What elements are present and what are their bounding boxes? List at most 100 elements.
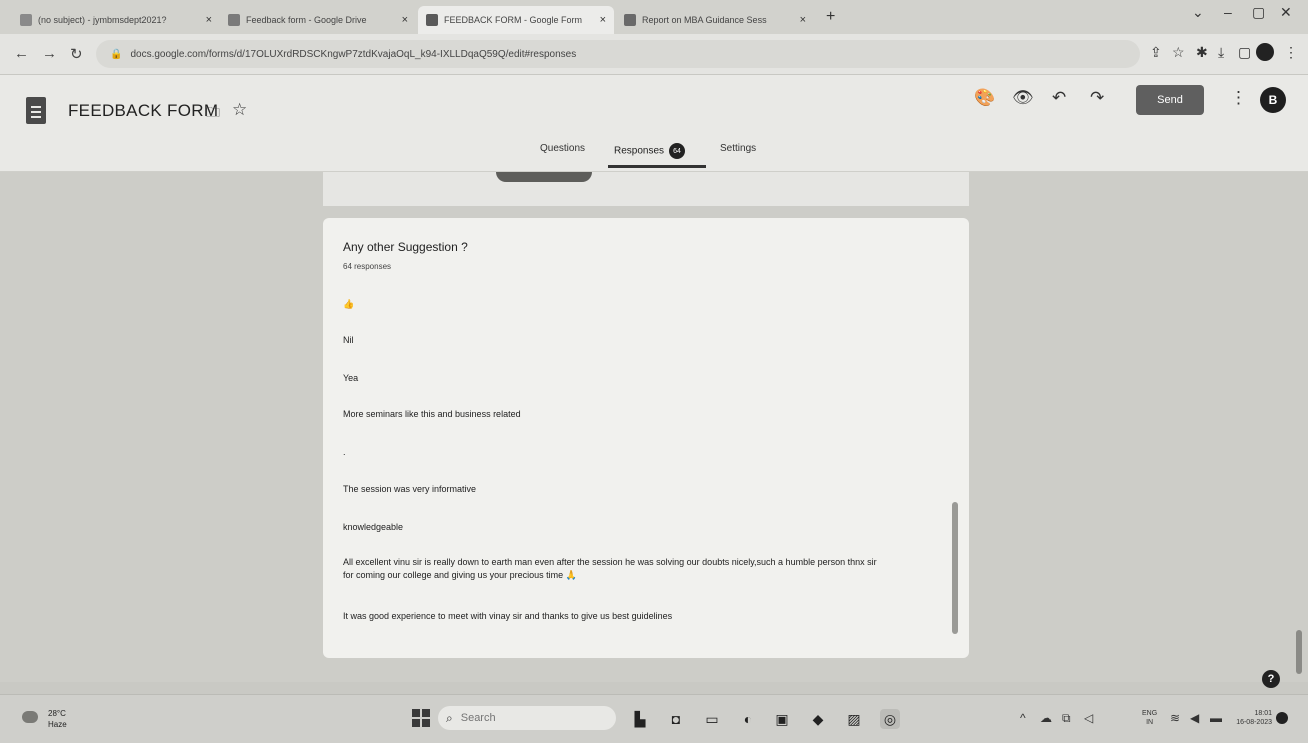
forms-header: FEEDBACK FORM 🗀 ☆ 🎨 👁 ↶ ↷ Send ⋮ B Quest… <box>0 75 1308 172</box>
bookmark-star-icon[interactable]: ☆ <box>1172 44 1185 61</box>
previous-card <box>323 172 969 206</box>
response-item: Nil <box>343 335 354 345</box>
weather-haze-icon[interactable] <box>22 711 38 723</box>
clock-date: 16-08-2023 <box>1236 719 1272 726</box>
active-tab-indicator <box>608 165 706 168</box>
chevron-up-icon[interactable]: ^ <box>1020 711 1026 725</box>
close-icon[interactable]: × <box>206 14 212 26</box>
search-icon: ⌕ <box>446 710 453 725</box>
browser-tab-drive[interactable]: Feedback form - Google Drive × <box>220 6 416 34</box>
weather-condition[interactable]: Haze <box>48 720 67 729</box>
notification-icon[interactable] <box>1276 712 1288 724</box>
forms-icon <box>426 14 438 26</box>
question-summary-card: Any other Suggestion ? 64 responses 👍 Ni… <box>323 218 969 658</box>
browser-tab-gmail[interactable]: (no subject) - jymbmsdept2021? × <box>12 6 220 34</box>
preview-eye-icon[interactable]: 👁 <box>1012 88 1034 108</box>
undo-icon[interactable]: ↶ <box>1052 88 1066 108</box>
profile-image-arc <box>496 172 592 182</box>
responses-count-badge: 64 <box>669 143 686 159</box>
volume-icon[interactable]: ◁ <box>1084 711 1093 725</box>
side-panel-icon[interactable]: ▢ <box>1238 44 1251 61</box>
minimize-icon[interactable]: – <box>1224 4 1232 20</box>
gmail-icon <box>20 14 32 26</box>
share-icon[interactable]: ⇪ <box>1150 44 1162 61</box>
responses-content: Any other Suggestion ? 64 responses 👍 Ni… <box>0 172 1308 682</box>
url-bar[interactable]: 🔒 docs.google.com/forms/d/17OLUXrdRDSCKn… <box>96 40 1140 68</box>
response-item: It was good experience to meet with vina… <box>343 611 673 621</box>
more-vert-icon[interactable]: ⋮ <box>1230 88 1247 108</box>
star-icon[interactable]: ☆ <box>232 100 247 120</box>
back-icon[interactable]: ← <box>14 45 29 62</box>
tab-responses-label: Responses <box>614 145 665 157</box>
tab-label: Feedback form - Google Drive <box>246 15 367 25</box>
tab-label: (no subject) - jymbmsdept2021? <box>38 15 167 25</box>
response-count: 64 responses <box>343 262 392 271</box>
extensions-icon[interactable]: ✱ <box>1196 44 1208 61</box>
response-item: 👍 <box>343 299 355 309</box>
chat-icon[interactable]: ◘ <box>666 709 686 729</box>
response-item: Yea <box>343 373 359 383</box>
response-item: knowledgeable <box>343 522 404 532</box>
palette-icon[interactable]: 🎨 <box>974 88 995 108</box>
card-scrollbar[interactable] <box>952 502 958 634</box>
taskbar-search-input[interactable] <box>458 711 603 725</box>
lock-icon: 🔒 <box>110 48 123 60</box>
clock-time: 18:01 <box>1254 710 1272 717</box>
new-tab-button[interactable]: + <box>826 8 835 26</box>
response-item: . <box>343 447 346 457</box>
tab-label: Report on MBA Guidance Sess <box>642 15 767 25</box>
folder-icon[interactable]: 🗀 <box>206 102 220 126</box>
taskbar-search[interactable]: ⌕ <box>438 706 616 730</box>
speaker-icon[interactable]: ◀ <box>1190 711 1199 725</box>
clock[interactable]: 18:01 16-08-2023 <box>1232 709 1272 727</box>
close-icon[interactable]: × <box>600 14 606 26</box>
browser-tab-docs[interactable]: Report on MBA Guidance Sess × <box>616 6 814 34</box>
maximize-icon[interactable]: ▢ <box>1252 4 1265 21</box>
tab-label: FEEDBACK FORM - Google Form <box>444 15 583 25</box>
tab-settings[interactable]: Settings <box>720 143 756 154</box>
browser-tab-forms[interactable]: FEEDBACK FORM - Google Form × <box>418 6 614 34</box>
drive-icon <box>228 14 240 26</box>
response-item: All excellent vinu sir is really down to… <box>343 557 877 580</box>
send-button[interactable]: Send <box>1136 85 1204 115</box>
file-explorer-icon[interactable]: ▭ <box>702 709 722 729</box>
close-icon[interactable]: × <box>800 14 806 26</box>
tab-responses[interactable]: Responses 64 <box>614 143 686 159</box>
chrome-icon[interactable]: ◎ <box>880 709 900 729</box>
form-tabs: Questions Responses 64 Settings <box>0 135 1308 171</box>
cloud-icon[interactable]: ☁ <box>1040 711 1052 725</box>
download-icon[interactable]: ⤓ <box>1218 44 1224 61</box>
reload-icon[interactable]: ↻ <box>70 45 83 63</box>
weather-temp[interactable]: 28°C <box>48 709 66 718</box>
store-icon[interactable]: ▣ <box>772 709 792 729</box>
avatar[interactable]: B <box>1260 87 1286 113</box>
close-icon[interactable]: × <box>402 14 408 26</box>
app-icon[interactable]: ◆ <box>808 709 828 729</box>
lang-region: IN <box>1146 719 1154 726</box>
redo-icon[interactable]: ↷ <box>1090 88 1104 108</box>
address-bar-row: ← → ↻ 🔒 docs.google.com/forms/d/17OLUXrd… <box>0 34 1308 75</box>
battery-icon[interactable]: ▬ <box>1210 711 1222 725</box>
photos-icon[interactable]: ▨ <box>844 709 864 729</box>
close-window-icon[interactable]: ✕ <box>1280 4 1292 21</box>
menu-icon[interactable]: ⋮ <box>1284 44 1298 61</box>
widgets-icon[interactable]: ▙ <box>630 709 650 729</box>
docs-icon <box>624 14 636 26</box>
help-icon[interactable]: ? <box>1262 670 1280 688</box>
chevron-down-icon[interactable]: ⌄ <box>1192 4 1204 21</box>
profile-icon[interactable] <box>1256 43 1274 61</box>
page-scrollbar[interactable] <box>1296 630 1302 674</box>
forward-icon[interactable]: → <box>42 45 57 62</box>
response-item: The session was very informative <box>343 484 477 494</box>
lang-code: ENG <box>1142 710 1158 717</box>
tab-questions[interactable]: Questions <box>540 143 585 154</box>
browser-tab-strip: (no subject) - jymbmsdept2021? × Feedbac… <box>0 0 1308 35</box>
form-title[interactable]: FEEDBACK FORM <box>68 101 218 121</box>
wifi-icon[interactable]: ≋ <box>1170 711 1180 725</box>
forms-logo-icon[interactable] <box>26 97 46 124</box>
start-button[interactable] <box>412 709 430 727</box>
question-title: Any other Suggestion ? <box>343 240 468 254</box>
edge-icon[interactable]: ◐ <box>738 709 758 729</box>
language-indicator[interactable]: ENG IN <box>1142 709 1157 727</box>
device-icon[interactable]: ⧉ <box>1062 711 1071 726</box>
